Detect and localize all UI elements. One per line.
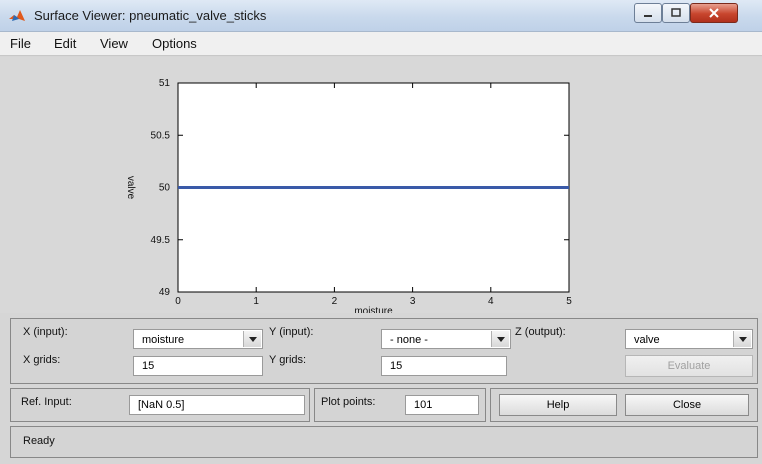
chevron-down-icon [491, 331, 509, 347]
help-button[interactable]: Help [499, 394, 617, 416]
z-output-value: valve [634, 334, 660, 346]
x-input-value: moisture [142, 334, 185, 346]
x-input-label: X (input): [23, 326, 68, 338]
plot-points-panel: Plot points: 101 [314, 388, 486, 422]
title-bar: Surface Viewer: pneumatic_valve_sticks [0, 0, 762, 32]
y-tick-label: 49.5 [151, 235, 171, 246]
chevron-down-icon [733, 331, 751, 347]
status-bar: Ready [10, 426, 758, 458]
menu-view[interactable]: View [100, 36, 128, 51]
y-input-select[interactable]: - none - [381, 329, 511, 349]
surface-plot[interactable]: 0 1 2 3 4 5 49 49.5 50 50.5 51 moisture valve [0, 57, 762, 313]
y-grids-label: Y grids: [269, 354, 307, 366]
z-output-label: Z (output): [515, 326, 566, 338]
ref-input-label: Ref. Input: [21, 396, 72, 408]
action-panel: Help Close [490, 388, 758, 422]
y-tick-label: 49 [159, 287, 171, 298]
maximize-button[interactable] [662, 3, 690, 23]
y-grids-field[interactable]: 15 [381, 356, 507, 376]
maximize-icon [671, 8, 681, 17]
minimize-icon [644, 15, 652, 17]
plot-points-label: Plot points: [321, 396, 376, 408]
y-input-label: Y (input): [269, 326, 314, 338]
ref-input-panel: Ref. Input: [NaN 0.5] [10, 388, 310, 422]
x-grids-label: X grids: [23, 354, 61, 366]
close-window-button[interactable] [690, 3, 738, 23]
window-title: Surface Viewer: pneumatic_valve_sticks [34, 8, 267, 23]
ref-input-field[interactable]: [NaN 0.5] [129, 395, 305, 415]
menu-bar: File Edit View Options [0, 32, 762, 56]
menu-edit[interactable]: Edit [54, 36, 76, 51]
y-tick-label: 50.5 [151, 130, 171, 141]
surface-viewer-window: Surface Viewer: pneumatic_valve_sticks F… [0, 0, 762, 464]
close-button[interactable]: Close [625, 394, 749, 416]
x-tick-label: 0 [175, 296, 181, 307]
status-text: Ready [23, 435, 55, 447]
y-axis-label: valve [125, 176, 136, 200]
evaluate-button[interactable]: Evaluate [625, 355, 753, 377]
y-tick-label: 51 [159, 78, 171, 89]
axes-panel: X (input): moisture Y (input): - none - … [10, 318, 758, 384]
x-tick-label: 1 [253, 296, 259, 307]
menu-options[interactable]: Options [152, 36, 197, 51]
z-output-select[interactable]: valve [625, 329, 753, 349]
close-icon [709, 8, 719, 18]
plot-area: 0 1 2 3 4 5 49 49.5 50 50.5 51 moisture valve [0, 57, 762, 313]
x-tick-label: 3 [410, 296, 416, 307]
x-tick-label: 4 [488, 296, 494, 307]
matlab-logo-icon [9, 10, 25, 21]
menu-file[interactable]: File [10, 36, 31, 51]
x-tick-label: 2 [332, 296, 338, 307]
x-axis-label: moisture [354, 306, 393, 313]
x-input-select[interactable]: moisture [133, 329, 263, 349]
plot-points-field[interactable]: 101 [405, 395, 479, 415]
x-grids-field[interactable]: 15 [133, 356, 263, 376]
chevron-down-icon [243, 331, 261, 347]
x-tick-label: 5 [566, 296, 572, 307]
y-input-value: - none - [390, 334, 428, 346]
minimize-button[interactable] [634, 3, 662, 23]
y-tick-label: 50 [159, 183, 171, 194]
